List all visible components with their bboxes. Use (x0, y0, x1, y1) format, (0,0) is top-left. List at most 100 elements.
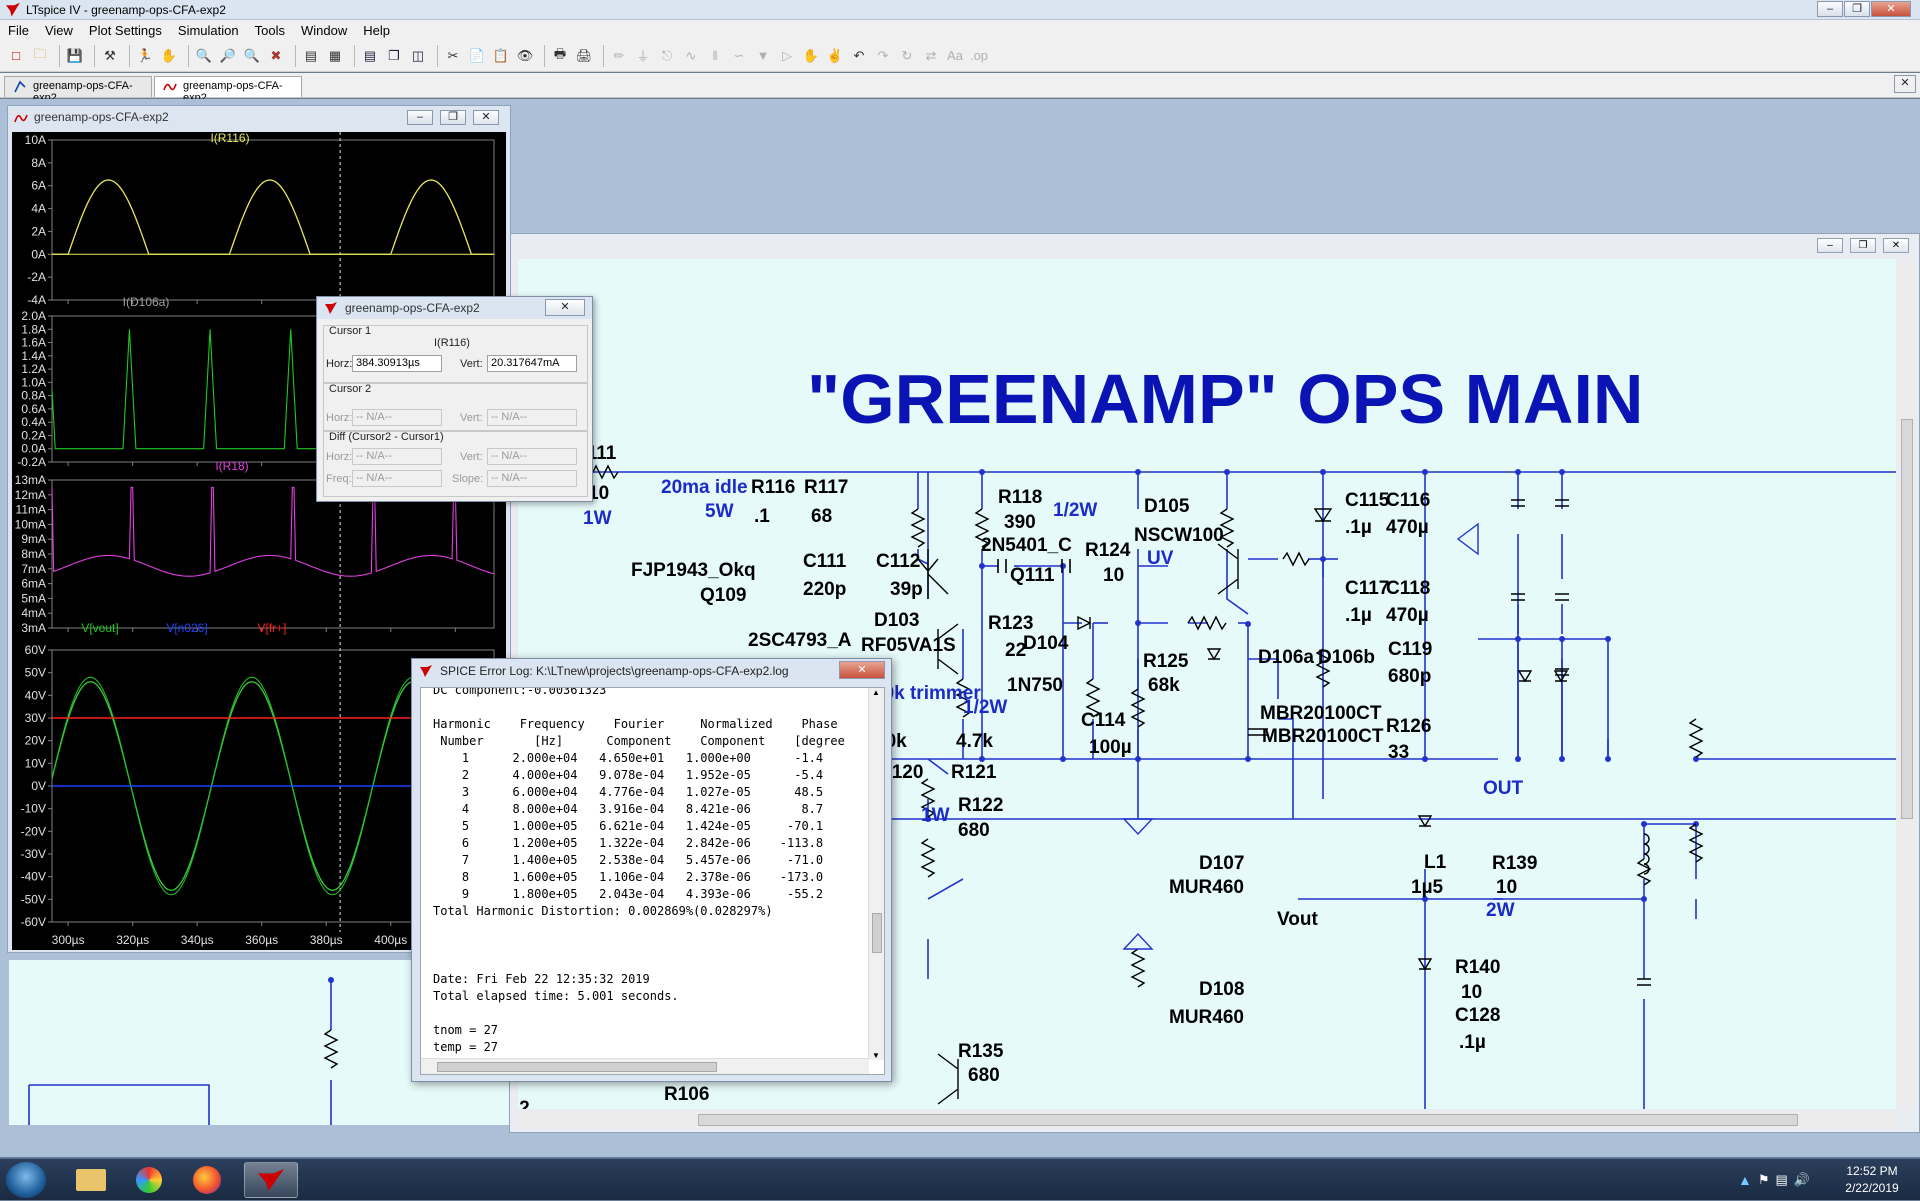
y-tick-label: -0.2A (17, 455, 46, 469)
schematic-vscroll[interactable] (1899, 259, 1915, 1109)
schematic-label: 1N750 (1007, 675, 1063, 696)
y-tick-label: 6A (31, 179, 46, 193)
undo-icon[interactable]: ↶ (849, 46, 869, 66)
new-schematic-icon[interactable]: □ (6, 46, 26, 66)
y-tick-label: 8A (31, 156, 46, 170)
scroll-down-icon[interactable]: ▼ (872, 1051, 880, 1060)
find-icon[interactable]: 👁 (515, 46, 535, 66)
schematic-hscroll[interactable] (518, 1112, 1896, 1128)
ltspice-taskbar-button[interactable] (244, 1162, 298, 1198)
scroll-up-icon[interactable]: ▲ (872, 688, 880, 697)
cursor1-horz-label: Horz: (326, 358, 353, 370)
component-icon[interactable]: ▷ (777, 46, 797, 66)
tray-volume-icon[interactable]: 🔊 (1794, 1172, 1810, 1188)
rotate-icon[interactable]: ↻ (897, 46, 917, 66)
halt-icon[interactable]: ✋ (159, 46, 179, 66)
print-icon[interactable]: 🖨 (574, 46, 594, 66)
copy-icon[interactable]: 📄 (467, 46, 487, 66)
sch-minimize-button[interactable]: – (1817, 238, 1843, 253)
firefox-icon (193, 1166, 221, 1194)
menu-simulation[interactable]: Simulation (170, 23, 247, 38)
cursor-dialog-close-button[interactable]: ✕ (545, 299, 585, 316)
spice-log-close-button[interactable]: ✕ (839, 661, 885, 679)
cascade-icon[interactable]: ❐ (384, 46, 404, 66)
open-folder-icon[interactable]: 🗀 (30, 46, 50, 66)
schematic-label: D107 (1199, 853, 1244, 874)
print-preview-icon[interactable]: 🖶 (550, 46, 570, 66)
tile-vertical-icon[interactable]: ◫ (408, 46, 428, 66)
mdi-close-button[interactable]: ✕ (1894, 75, 1916, 93)
schematic-label: C115 (1345, 490, 1390, 511)
y-tick-label: 0A (31, 247, 46, 261)
spice-log-header: SPICE Error Log: K:\LTnew\projects\green… (412, 659, 891, 683)
tray-network-icon[interactable]: ▤ (1776, 1172, 1788, 1188)
label-net-icon[interactable]: ⎋ (657, 46, 677, 66)
spice-directive-icon[interactable]: .op (969, 46, 989, 66)
menu-file[interactable]: File (0, 23, 37, 38)
start-button[interactable] (6, 1162, 46, 1198)
move-icon[interactable]: ✋ (801, 46, 821, 66)
cursor1-vert-field[interactable]: 20.317647mA (487, 355, 577, 372)
zoom-fit-icon[interactable]: ✖ (266, 46, 286, 66)
x-tick-label: 360µs (245, 933, 278, 947)
mirror-icon[interactable]: ⇄ (921, 46, 941, 66)
capacitor-icon[interactable]: ‖ (705, 46, 725, 66)
diode-icon[interactable]: ▼ (753, 46, 773, 66)
cursor1-horz-field[interactable]: 384.30913µs (352, 355, 442, 372)
run-icon[interactable]: 🏃 (135, 46, 155, 66)
ground-icon[interactable]: ⏚ (633, 46, 653, 66)
grid-icon[interactable]: ▦ (325, 46, 345, 66)
y-tick-label: 7mA (21, 562, 46, 576)
spice-log-vscroll[interactable]: ▲ ▼ (868, 688, 884, 1060)
plot-restore-button[interactable]: ❐ (440, 110, 466, 125)
schematic-label: D104 (1023, 633, 1069, 654)
autorange-icon[interactable]: ▤ (301, 46, 321, 66)
clock[interactable]: 12:52 PM 2/22/2019 (1832, 1159, 1912, 1201)
resistor-icon[interactable]: ∿ (681, 46, 701, 66)
tab-waveform[interactable]: greenamp-ops-CFA-exp2 (154, 76, 302, 104)
save-icon[interactable]: 💾 (65, 46, 85, 66)
schematic-label: 33 (1388, 742, 1409, 763)
tray-bluetooth-icon[interactable]: ▲ (1738, 1172, 1752, 1188)
menu-help[interactable]: Help (355, 23, 398, 38)
menu-view[interactable]: View (37, 23, 81, 38)
inductor-icon[interactable]: ∽ (729, 46, 749, 66)
explorer-taskbar-button[interactable] (64, 1162, 118, 1198)
tile-horizontal-icon[interactable]: ▤ (360, 46, 380, 66)
close-button[interactable]: ✕ (1871, 1, 1911, 17)
cut-icon[interactable]: ✂ (443, 46, 463, 66)
y-tick-label: 2A (31, 224, 46, 238)
tab-schematic[interactable]: greenamp-ops-CFA-exp2 (4, 76, 152, 104)
y-tick-label: 11mA (16, 503, 46, 517)
zoom-in-icon[interactable]: 🔍 (194, 46, 214, 66)
sch-restore-button[interactable]: ❐ (1850, 238, 1876, 253)
text-icon[interactable]: Aa (945, 46, 965, 66)
zoom-out-icon[interactable]: 🔍 (242, 46, 262, 66)
draw-wire-icon[interactable]: ✏ (609, 46, 629, 66)
diff-group: Diff (Cursor2 - Cursor1) Horz: -- N/A-- … (323, 431, 588, 497)
schematic-label: 68k (1148, 675, 1180, 696)
menu-tools[interactable]: Tools (247, 23, 293, 38)
control-panel-icon[interactable]: ⚒ (100, 46, 120, 66)
minimize-button[interactable]: – (1817, 1, 1843, 17)
zoom-pan-icon[interactable]: 🔎 (218, 46, 238, 66)
menu-plot-settings[interactable]: Plot Settings (81, 23, 170, 38)
drag-icon[interactable]: ✌ (825, 46, 845, 66)
plot-minimize-button[interactable]: – (407, 110, 433, 125)
sch-close-button[interactable]: ✕ (1883, 238, 1909, 253)
menu-window[interactable]: Window (293, 23, 355, 38)
maximize-button[interactable]: ❐ (1844, 1, 1870, 17)
plot-close-button[interactable]: ✕ (473, 110, 499, 125)
schematic-label: R121 (951, 762, 997, 783)
schematic-tab-icon (14, 80, 26, 93)
paste-icon[interactable]: 📋 (491, 46, 511, 66)
spice-log-body[interactable]: DC component:-0.00361323 Harmonic Freque… (420, 687, 885, 1075)
spice-log-hscroll[interactable] (421, 1058, 869, 1074)
schematic-label: 390 (1004, 512, 1036, 533)
tray-flag-icon[interactable]: ⚑ (1758, 1172, 1770, 1188)
paint-taskbar-button[interactable] (122, 1162, 176, 1198)
y-tick-label: -10V (21, 802, 46, 816)
firefox-taskbar-button[interactable] (180, 1162, 234, 1198)
schematic-label: MBR20100CT (1262, 726, 1384, 747)
redo-icon[interactable]: ↷ (873, 46, 893, 66)
